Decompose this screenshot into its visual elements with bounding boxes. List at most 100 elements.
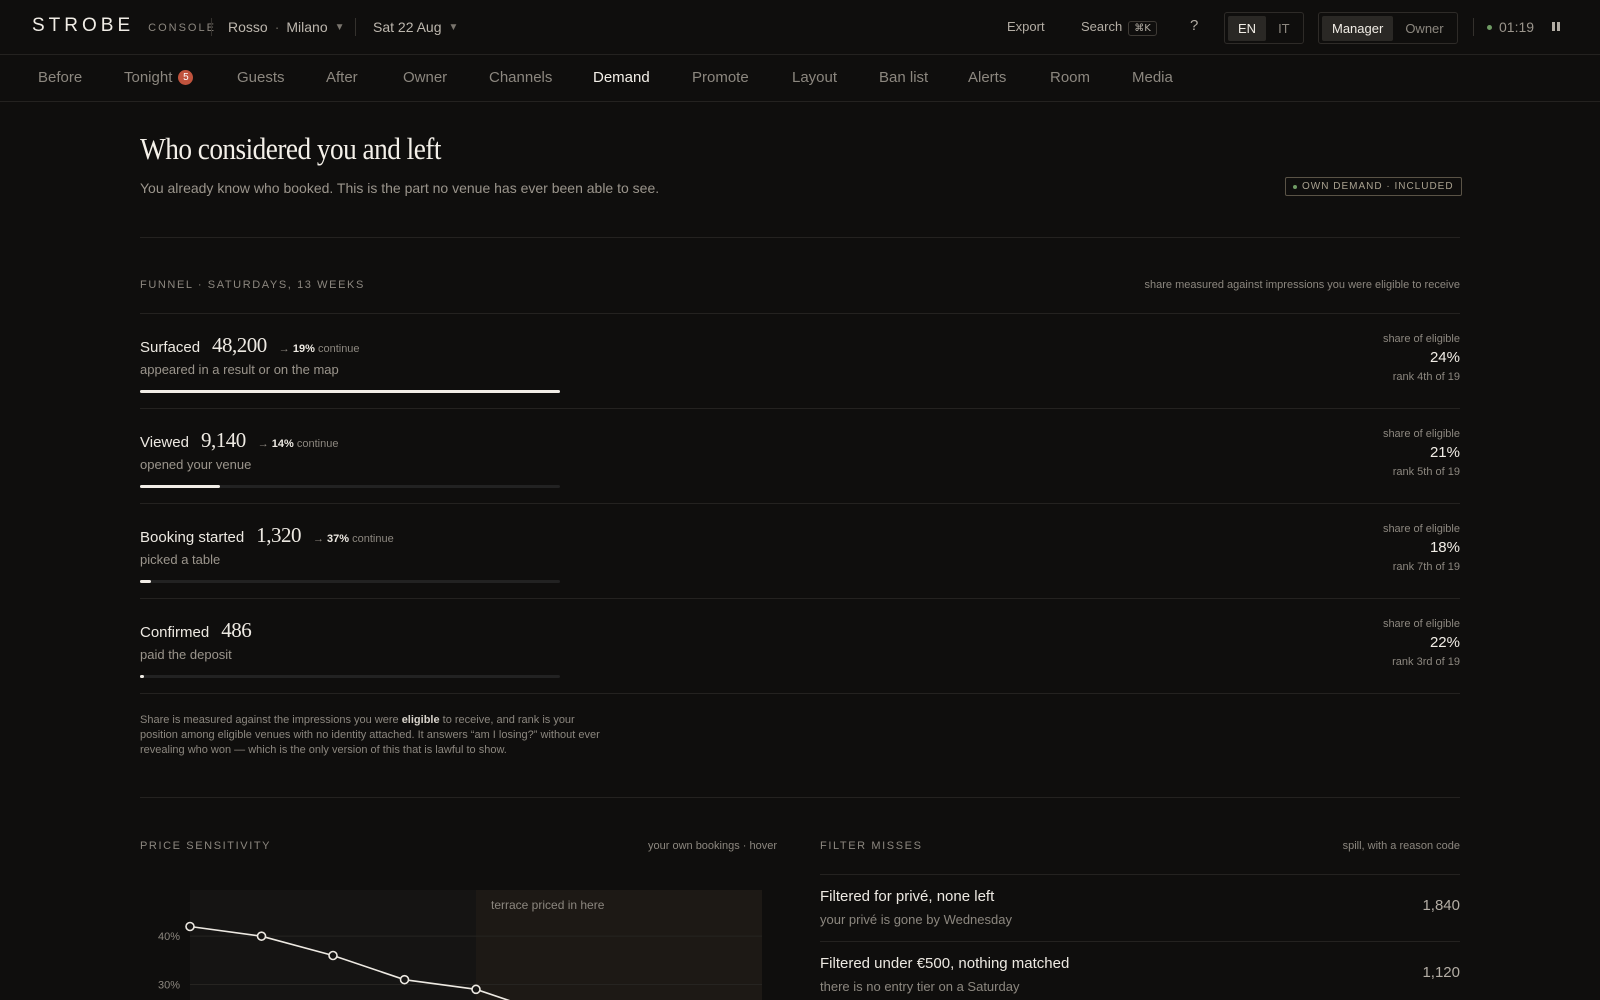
tag-label: OWN DEMAND · INCLUDED: [1302, 181, 1454, 192]
tab-label: Channels: [489, 69, 553, 86]
continue-pct: 19%: [292, 343, 315, 355]
city-name: Milano: [286, 19, 328, 35]
tab-layout[interactable]: Layout: [792, 69, 837, 86]
search-button[interactable]: Search ⌘K: [1081, 19, 1157, 36]
export-button[interactable]: Export: [1007, 19, 1045, 34]
tab-demand[interactable]: Demand: [593, 69, 650, 86]
funnel-stage[interactable]: Confirmed 486 paid the deposit share of …: [140, 598, 1460, 693]
tab-owner[interactable]: Owner: [403, 69, 447, 86]
stage-name: Confirmed: [140, 624, 210, 641]
stage-progress-track: [140, 580, 560, 583]
miss-row[interactable]: Filtered under €500, nothing matched the…: [820, 941, 1460, 1000]
tab-label: Promote: [692, 69, 749, 86]
share-label: share of eligible: [1382, 333, 1460, 345]
stage-description: appeared in a result or on the map: [140, 362, 339, 377]
continue-rate: → 37% continue: [312, 533, 394, 545]
share-value: 21%: [1429, 444, 1460, 461]
clock-time: 01:19: [1499, 19, 1535, 35]
funnel-footnote: Share is measured against the impression…: [140, 713, 610, 758]
tab-after[interactable]: After: [326, 69, 358, 86]
continue-word: continue: [296, 438, 339, 450]
stage-progress-track: [140, 390, 560, 393]
stage-description: opened your venue: [140, 457, 252, 472]
tab-ban-list[interactable]: Ban list: [879, 69, 928, 86]
pause-icon[interactable]: [1552, 22, 1560, 31]
funnel-stage[interactable]: Viewed 9,140 → 14% continue opened your …: [140, 408, 1460, 503]
stage-description: picked a table: [140, 552, 221, 567]
stage-count: 48,200: [212, 333, 267, 357]
divider: [140, 693, 1460, 694]
stage-count: 9,140: [200, 428, 246, 452]
funnel-stage[interactable]: Surfaced 48,200 → 19% continue appeared …: [140, 313, 1460, 408]
stage-progress-track: [140, 675, 560, 678]
tab-media[interactable]: Media: [1132, 69, 1173, 86]
share-value: 22%: [1429, 634, 1460, 651]
tab-channels[interactable]: Channels: [489, 69, 552, 86]
miss-row[interactable]: Filtered for privé, none left your privé…: [820, 874, 1460, 940]
data-point: [256, 931, 267, 941]
share-value: 24%: [1429, 349, 1460, 366]
share-rank: rank 3rd of 19: [1392, 656, 1460, 668]
share-rank: rank 7th of 19: [1392, 561, 1460, 573]
stage-progress-fill: [140, 675, 144, 678]
share-label: share of eligible: [1382, 428, 1460, 440]
date-label: Sat 22 Aug: [373, 19, 442, 35]
price-sensitivity-note: your own bookings · hover: [648, 840, 778, 852]
continue-word: continue: [352, 533, 394, 545]
lang-it[interactable]: IT: [1268, 16, 1300, 41]
continue-pct: 14%: [271, 438, 294, 450]
miss-title: Filtered under €500, nothing matched: [820, 955, 1070, 972]
footnote-text: Share is measured against the impression…: [140, 714, 402, 726]
lang-en[interactable]: EN: [1228, 15, 1267, 41]
search-shortcut: ⌘K: [1128, 21, 1157, 36]
tab-room[interactable]: Room: [1050, 69, 1090, 86]
divider: [355, 18, 356, 36]
tab-promote[interactable]: Promote: [692, 69, 749, 86]
price-sensitivity-chart[interactable]: terrace priced in here 40% 30%: [140, 890, 780, 1000]
share-of-eligible: share of eligible 21% rank 5th of 19: [1383, 428, 1460, 478]
search-label: Search: [1081, 19, 1123, 34]
stage-progress-track: [140, 485, 560, 488]
chevron-down-icon: ▼: [448, 21, 459, 33]
live-status-dot: [1487, 24, 1492, 30]
brand[interactable]: STROBE CONSOLE: [32, 15, 216, 37]
tab-guests[interactable]: Guests: [237, 69, 285, 86]
share-of-eligible: share of eligible 22% rank 3rd of 19: [1383, 618, 1460, 668]
funnel-stage[interactable]: Booking started 1,320 → 37% continue pic…: [140, 503, 1460, 598]
stage-name: Viewed: [140, 434, 189, 451]
main-nav: Before Tonight 5 Guests After Owner Chann…: [0, 55, 1600, 102]
y-tick-label: 30%: [158, 980, 180, 992]
stage-progress-fill: [140, 390, 560, 393]
stage-header: Confirmed 486: [140, 618, 252, 643]
brand-subtitle: CONSOLE: [148, 22, 216, 34]
stage-count: 1,320: [256, 523, 301, 547]
divider: [140, 237, 1460, 238]
share-of-eligible: share of eligible 18% rank 7th of 19: [1383, 523, 1460, 573]
continue-pct: 37%: [327, 533, 350, 545]
continue-rate: → 14% continue: [257, 438, 339, 450]
tab-label: After: [326, 69, 358, 86]
funnel-note: share measured against impressions you w…: [1144, 279, 1461, 291]
venue-selector[interactable]: Rosso · Milano ▼: [228, 19, 345, 35]
share-label: share of eligible: [1382, 523, 1460, 535]
tab-label: Owner: [403, 69, 448, 86]
role-owner[interactable]: Owner: [1395, 16, 1453, 41]
continue-word: continue: [317, 343, 360, 355]
own-demand-tag: OWN DEMAND · INCLUDED: [1285, 177, 1462, 196]
chevron-down-icon: ▼: [334, 21, 345, 33]
tab-label: Before: [38, 69, 83, 86]
tab-label: Alerts: [968, 69, 1007, 86]
stage-header: Surfaced 48,200 → 19% continue: [140, 333, 360, 358]
miss-subtitle: there is no entry tier on a Saturday: [820, 979, 1020, 994]
tab-before[interactable]: Before: [38, 69, 82, 86]
tab-tonight[interactable]: Tonight 5: [124, 69, 194, 86]
stage-progress-fill: [140, 580, 151, 583]
divider: [140, 797, 1460, 798]
role-manager[interactable]: Manager: [1322, 15, 1394, 41]
help-button[interactable]: ?: [1190, 17, 1198, 34]
tab-alerts[interactable]: Alerts: [968, 69, 1006, 86]
data-point: [185, 921, 195, 932]
tab-label: Guests: [237, 69, 285, 86]
share-label: share of eligible: [1382, 618, 1460, 630]
date-selector[interactable]: Sat 22 Aug ▼: [373, 19, 458, 35]
